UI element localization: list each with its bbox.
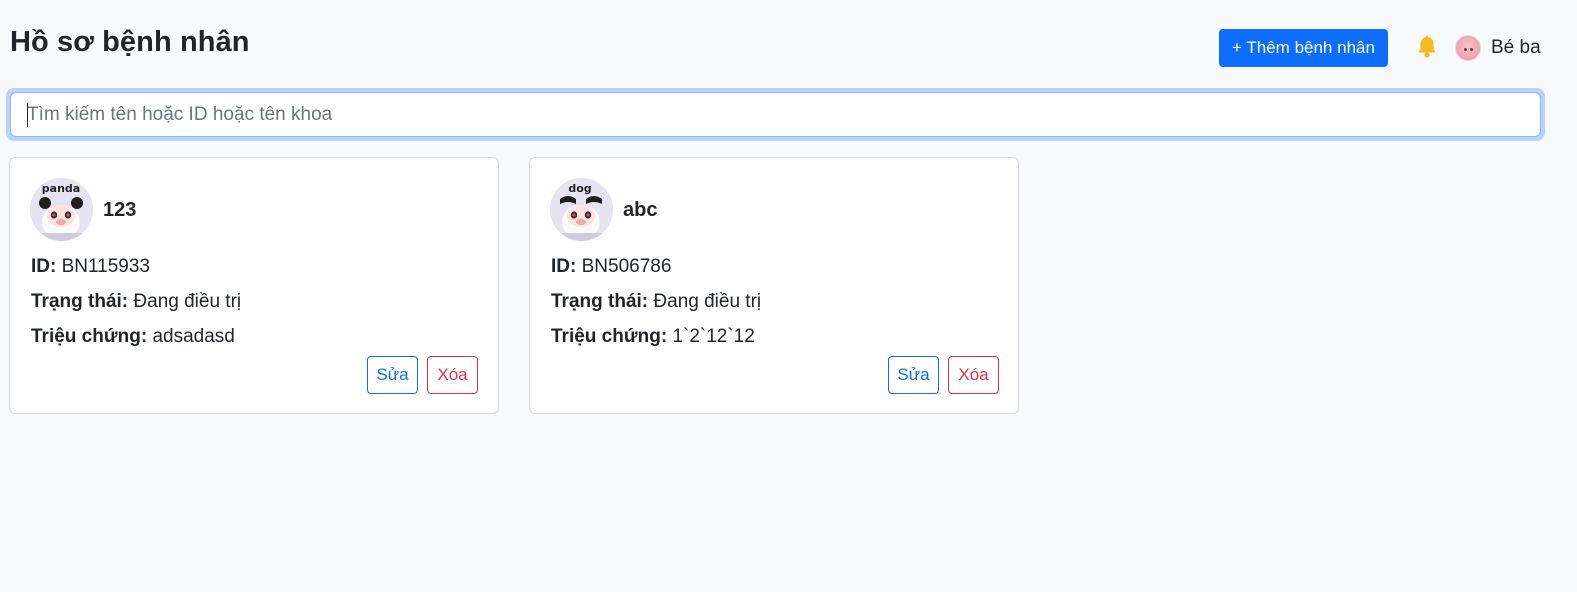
patient-symptom-row: Triệu chứng: adsadasd [31, 326, 235, 348]
edit-button[interactable]: Sửa [367, 356, 418, 394]
patient-symptom-row: Triệu chứng: 1`2`12`12 [551, 326, 755, 348]
patient-avatar: panda [30, 178, 93, 241]
delete-button[interactable]: Xóa [948, 356, 999, 394]
patient-avatar: dog [550, 178, 613, 241]
patient-card: panda 123 ID: BN115933 Trạng thái: Đang … [9, 157, 499, 414]
patient-status-row: Trạng thái: Đang điều trị [551, 291, 761, 313]
symptom-label: Triệu chứng: [31, 326, 148, 347]
delete-button[interactable]: Xóa [427, 356, 478, 394]
search-input[interactable] [10, 92, 1541, 137]
patient-status: Đang điều trị [133, 291, 242, 312]
patient-id-row: ID: BN506786 [551, 256, 671, 278]
search-focus-ring [6, 88, 1545, 141]
avatar-caption: panda [42, 182, 80, 195]
patient-name: abc [623, 199, 658, 221]
patient-status: Đang điều trị [653, 291, 762, 312]
text-caret [27, 103, 28, 127]
status-label: Trạng thái: [31, 291, 129, 312]
avatar-caption: dog [568, 182, 591, 195]
id-label: ID: [551, 256, 577, 277]
patient-symptom: adsadasd [152, 326, 235, 347]
user-name: Bé ba [1491, 37, 1541, 58]
page-title: Hồ sơ bệnh nhân [10, 26, 250, 58]
patient-symptom: 1`2`12`12 [672, 326, 755, 347]
bell-icon[interactable] [1416, 35, 1438, 59]
patient-id-row: ID: BN115933 [31, 256, 150, 278]
patient-name: 123 [103, 199, 137, 221]
page-header: Hồ sơ bệnh nhân + Thêm bệnh nhân Bé ba [0, 0, 1577, 88]
avatar [1455, 35, 1481, 61]
patient-id: BN506786 [581, 256, 672, 277]
status-label: Trạng thái: [551, 291, 649, 312]
user-menu[interactable]: Bé ba [1455, 34, 1541, 62]
id-label: ID: [31, 256, 57, 277]
edit-button[interactable]: Sửa [888, 356, 939, 394]
patient-id: BN115933 [61, 256, 150, 277]
patient-status-row: Trạng thái: Đang điều trị [31, 291, 241, 313]
add-patient-button[interactable]: + Thêm bệnh nhân [1219, 29, 1388, 67]
patient-card: dog abc ID: BN506786 Trạng thái: Đang đi… [529, 157, 1019, 414]
symptom-label: Triệu chứng: [551, 326, 668, 347]
